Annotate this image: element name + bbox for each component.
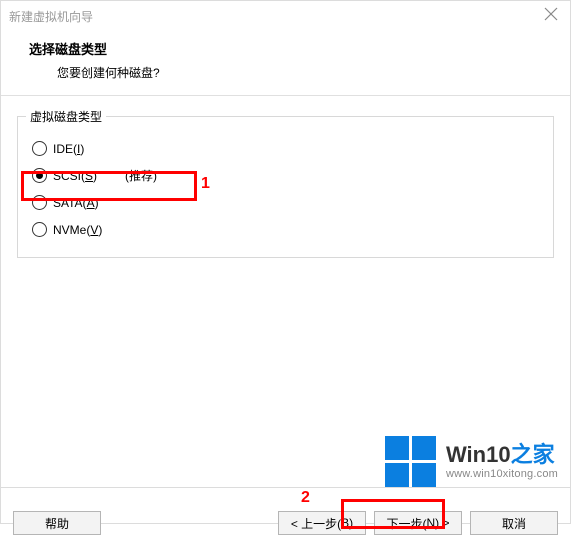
watermark-url: www.win10xitong.com	[446, 468, 558, 480]
radio-icon	[32, 222, 47, 237]
titlebar: 新建虚拟机向导	[1, 1, 570, 31]
close-icon[interactable]	[544, 7, 560, 23]
watermark: Win10之家 www.win10xitong.com	[385, 436, 558, 487]
wizard-header: 选择磁盘类型 您要创建何种磁盘?	[1, 31, 570, 95]
cancel-button[interactable]: 取消	[470, 511, 558, 535]
radio-sata[interactable]: SATA(A)	[32, 189, 539, 216]
radio-scsi[interactable]: SCSI(S) (推荐)	[32, 162, 539, 189]
radio-ide[interactable]: IDE(I)	[32, 135, 539, 162]
back-button[interactable]: < 上一步(B)	[278, 511, 366, 535]
radio-label-sata: SATA(A)	[53, 196, 99, 210]
content-area: 虚拟磁盘类型 IDE(I) SCSI(S) (推荐) SATA(A)	[1, 96, 570, 258]
recommend-label: (推荐)	[125, 167, 157, 184]
windows-logo-icon	[385, 436, 436, 487]
radio-dot-icon	[36, 172, 43, 179]
disk-type-group: 虚拟磁盘类型 IDE(I) SCSI(S) (推荐) SATA(A)	[17, 116, 554, 258]
radio-label-scsi: SCSI(S)	[53, 169, 97, 183]
group-legend: 虚拟磁盘类型	[26, 108, 106, 125]
radio-nvme[interactable]: NVMe(V)	[32, 216, 539, 243]
next-button[interactable]: 下一步(N) >	[374, 511, 462, 535]
radio-icon	[32, 141, 47, 156]
watermark-text: Win10之家 www.win10xitong.com	[446, 443, 558, 479]
wizard-window: 新建虚拟机向导 选择磁盘类型 您要创建何种磁盘? 虚拟磁盘类型 IDE(I) S…	[0, 0, 571, 524]
watermark-brand: Win10之家	[446, 443, 558, 467]
window-title: 新建虚拟机向导	[9, 8, 93, 25]
radio-icon	[32, 195, 47, 210]
help-button[interactable]: 帮助	[13, 511, 101, 535]
annotation-number-1: 1	[201, 175, 210, 193]
page-title: 选择磁盘类型	[29, 39, 542, 58]
button-bar: 帮助 < 上一步(B) 下一步(N) > 取消	[1, 487, 570, 523]
page-subtitle: 您要创建何种磁盘?	[29, 64, 542, 81]
radio-label-ide: IDE(I)	[53, 142, 84, 156]
radio-label-nvme: NVMe(V)	[53, 223, 102, 237]
radio-icon	[32, 168, 47, 183]
annotation-number-2: 2	[301, 489, 310, 507]
